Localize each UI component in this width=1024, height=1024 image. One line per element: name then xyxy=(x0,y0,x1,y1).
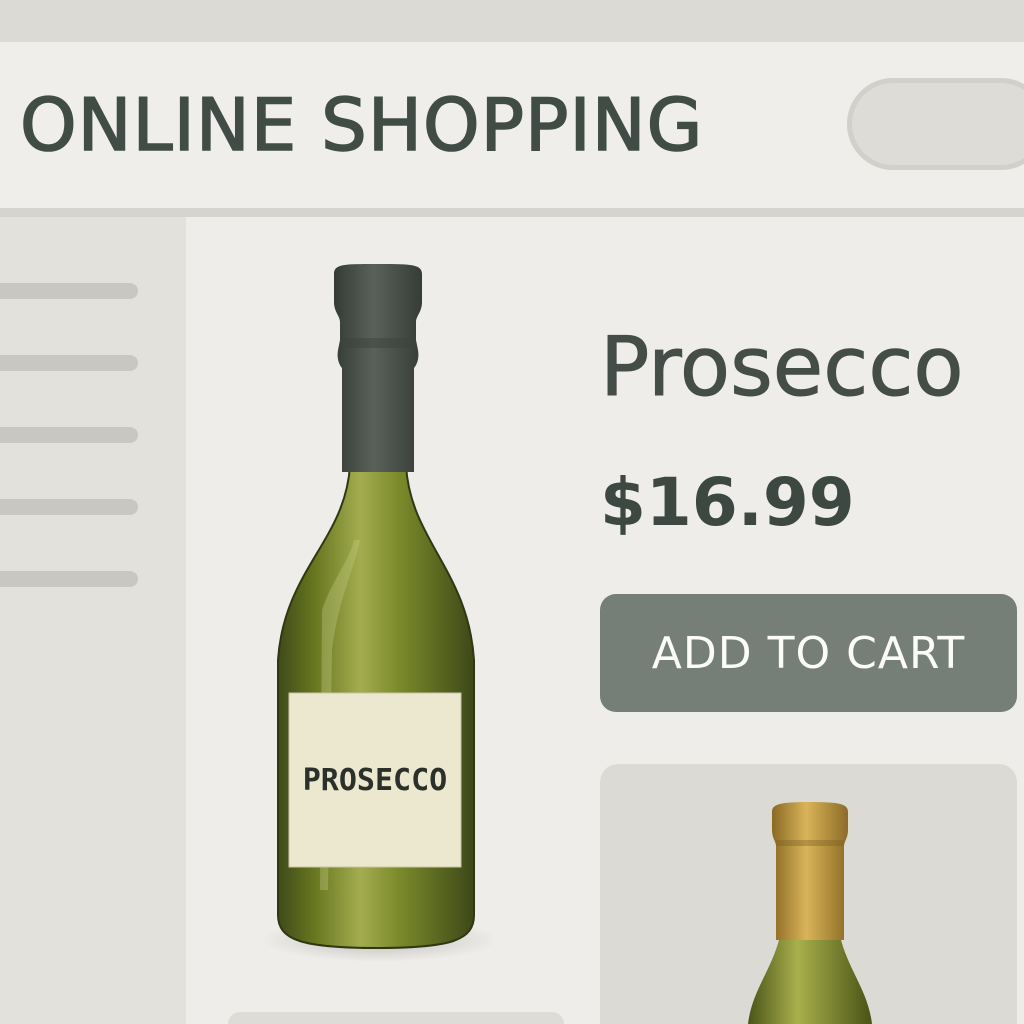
bottom-card xyxy=(228,1012,564,1024)
bottle-label-text: PROSECCO xyxy=(303,763,448,798)
add-to-cart-button[interactable]: ADD TO CART xyxy=(600,594,1017,712)
search-input[interactable] xyxy=(847,78,1024,170)
product-price: $16.99 xyxy=(600,464,855,541)
sidebar-item-5[interactable] xyxy=(0,571,138,587)
wine-bottle-icon: PROSECCO xyxy=(262,264,498,962)
related-product-card[interactable] xyxy=(600,764,1017,1024)
product-image: PROSECCO xyxy=(262,250,498,970)
sidebar-item-3[interactable] xyxy=(0,427,138,443)
browser-top-strip xyxy=(0,0,1024,42)
header-divider xyxy=(0,208,1024,217)
product-name: Prosecco xyxy=(600,320,965,416)
related-product-image xyxy=(740,800,880,1024)
sidebar-item-1[interactable] xyxy=(0,283,138,299)
sidebar-item-4[interactable] xyxy=(0,499,138,515)
sidebar xyxy=(0,217,186,1024)
sidebar-item-2[interactable] xyxy=(0,355,138,371)
gold-foil-bottle-icon xyxy=(748,802,872,1024)
site-title[interactable]: ONLINE SHOPPING xyxy=(19,80,703,170)
